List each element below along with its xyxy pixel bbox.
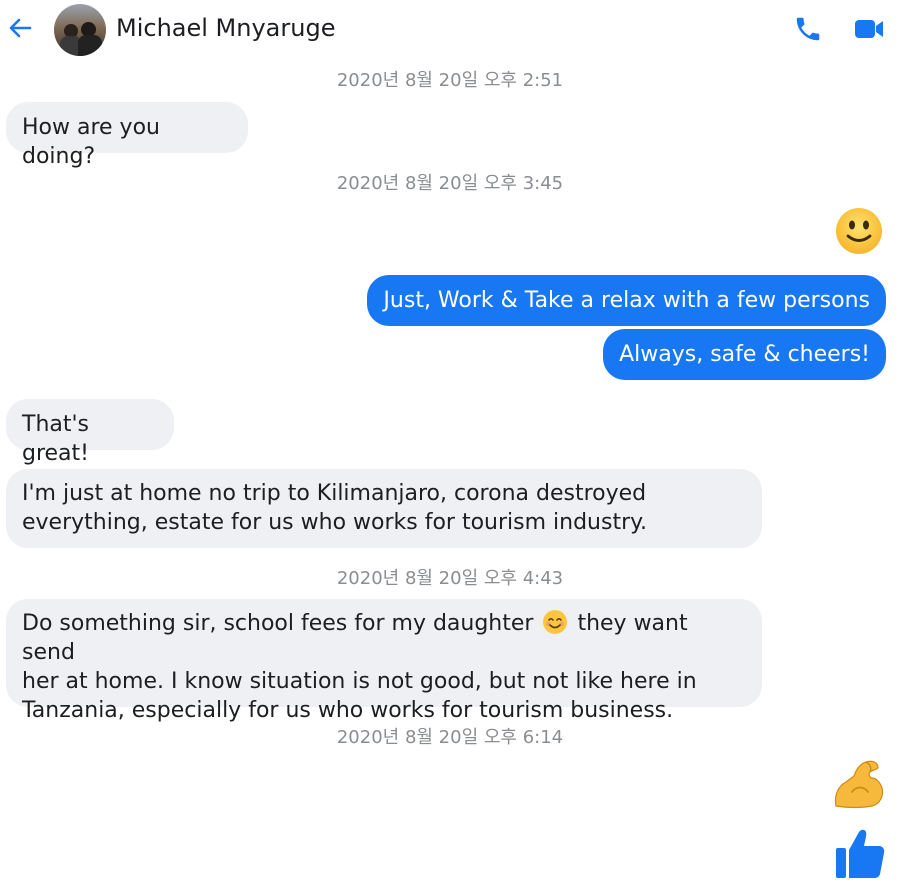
incoming-message[interactable]: Do something sir, school fees for my dau… <box>6 599 762 723</box>
chat-header: Michael Mnyaruge <box>0 0 900 60</box>
phone-icon[interactable] <box>793 14 823 44</box>
timestamp: 2020년 8월 20일 오후 4:43 <box>336 568 564 589</box>
message-text: Do something sir, school fees for my dau… <box>22 611 541 636</box>
incoming-message[interactable]: How are you doing? <box>6 102 248 169</box>
outgoing-message[interactable]: Just, Work & Take a relax with a few per… <box>367 275 886 326</box>
flexed-biceps-emoji[interactable] <box>830 756 886 812</box>
avatar[interactable] <box>54 4 106 56</box>
video-camera-icon[interactable] <box>853 14 885 44</box>
incoming-message[interactable]: That's great! <box>6 399 174 466</box>
incoming-message[interactable]: I'm just at home no trip to Kilimanjaro,… <box>6 469 762 548</box>
outgoing-message[interactable]: Always, safe & cheers! <box>603 329 886 380</box>
slightly-smiling-face-emoji[interactable] <box>834 206 884 256</box>
arrow-left-icon[interactable] <box>6 14 34 42</box>
thumbs-up-icon[interactable] <box>834 826 886 880</box>
smiling-face-with-smiling-eyes-emoji <box>543 610 568 634</box>
timestamp: 2020년 8월 20일 오후 3:45 <box>336 173 564 194</box>
contact-name[interactable]: Michael Mnyaruge <box>116 14 335 42</box>
timestamp: 2020년 8월 20일 오후 2:51 <box>336 70 564 91</box>
timestamp: 2020년 8월 20일 오후 6:14 <box>336 727 564 748</box>
